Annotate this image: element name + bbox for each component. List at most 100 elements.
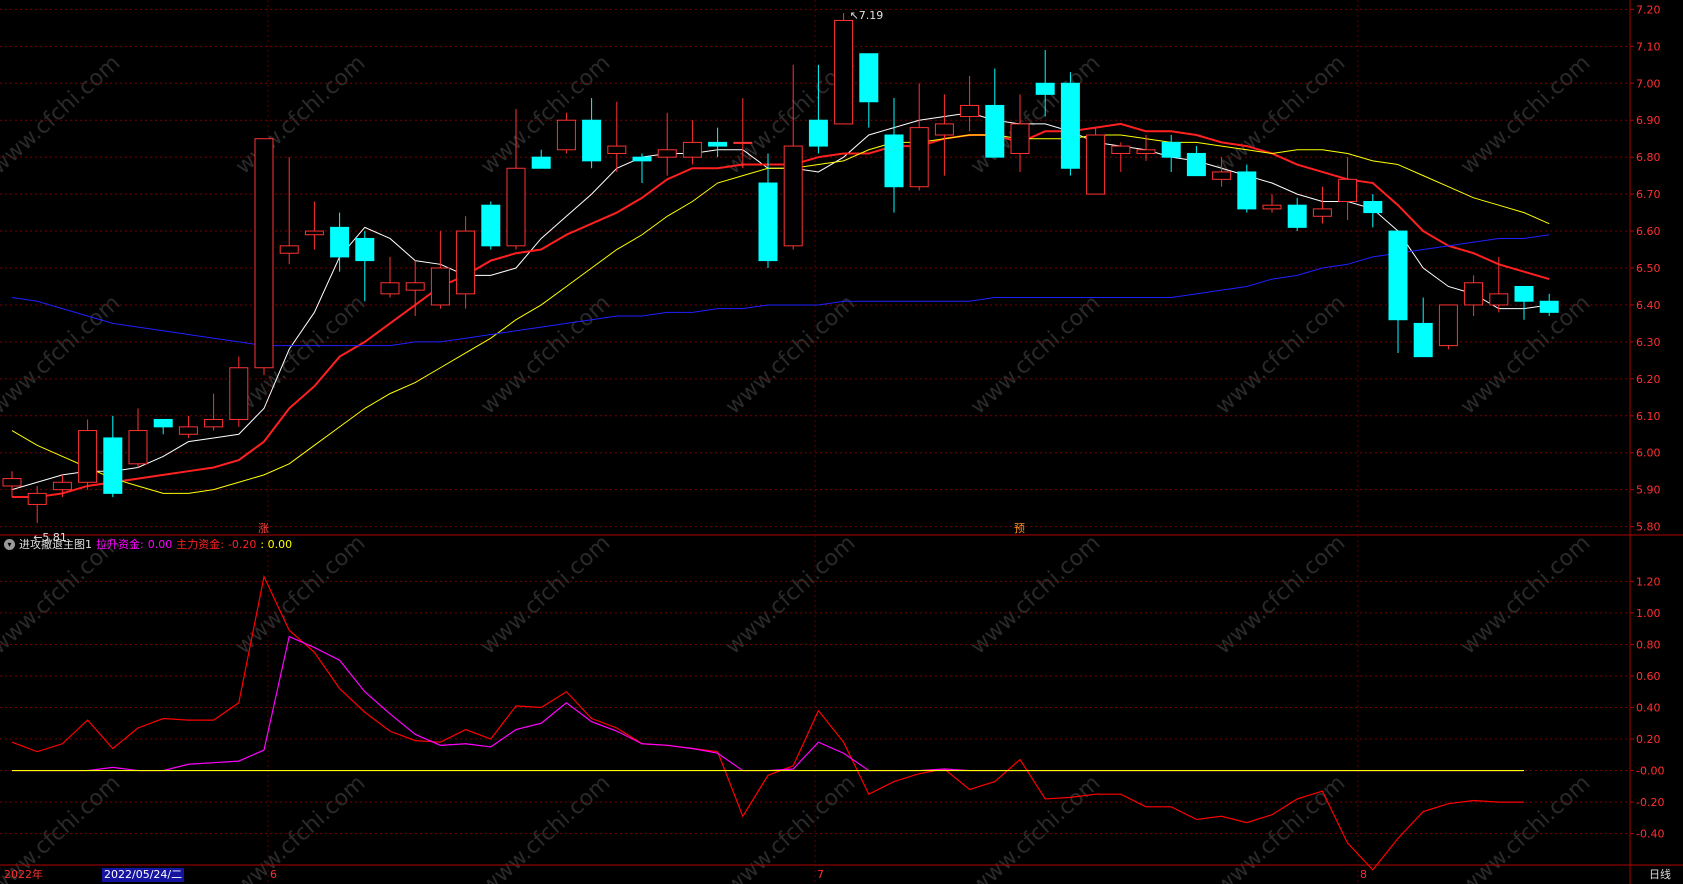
candle [355, 231, 375, 302]
indicator-tick-label: 1.00 [1636, 607, 1661, 620]
candle-body [178, 426, 198, 435]
collapse-icon[interactable]: ▾ [4, 538, 15, 550]
price-tick-label: 7.10 [1636, 40, 1661, 53]
candle-body [1464, 282, 1484, 306]
price-tick-label: 6.60 [1636, 225, 1661, 238]
candle-body [430, 267, 450, 306]
price-tick-label: 7.20 [1636, 3, 1661, 16]
candle [859, 53, 879, 128]
indicator-title-bar: ▾ 进攻撤退主图1 拉升资金: 0.00 主力资金: -0.20 : 0.00 [4, 536, 292, 552]
candle-body [481, 204, 501, 247]
candle-body [733, 141, 753, 144]
watermark-text: www.cfchi.com [721, 291, 860, 420]
candle [682, 120, 702, 165]
candle-body [229, 367, 249, 420]
candle [1237, 164, 1257, 213]
indicator-tick-label: -0.20 [1636, 796, 1664, 809]
candle-body [758, 182, 778, 262]
price-tick-label: 6.80 [1636, 151, 1661, 164]
month-6-label: 6 [270, 868, 277, 881]
candle-body [960, 104, 980, 118]
candle [531, 149, 551, 169]
watermark-text: www.cfchi.com [476, 531, 615, 660]
candle [1464, 275, 1484, 317]
candle [1438, 304, 1458, 350]
candle-body [808, 119, 828, 147]
lift-value: 0.00 [147, 537, 173, 551]
candle-body [985, 104, 1005, 158]
candle [1338, 157, 1358, 220]
candle-body [1489, 293, 1509, 306]
watermark-text: www.cfchi.com [0, 291, 125, 420]
price-tick-label: 6.10 [1636, 410, 1661, 423]
watermark-text: www.cfchi.com [966, 291, 1105, 420]
price-tick-label: 6.50 [1636, 262, 1661, 275]
candle [607, 101, 627, 172]
candle-body [1161, 141, 1181, 158]
candle-body [1438, 304, 1458, 347]
candle-body [1060, 82, 1080, 169]
candle-body [128, 430, 148, 465]
candle [330, 212, 350, 272]
candle [909, 83, 929, 191]
candle-body [556, 119, 576, 151]
candle [430, 231, 450, 309]
price-tick-label: 6.70 [1636, 188, 1661, 201]
lift-fund-line [12, 635, 1524, 772]
candle-body [330, 226, 350, 258]
candle-body [1388, 230, 1408, 321]
candle-body [708, 141, 728, 147]
candle [985, 68, 1005, 158]
candle [1186, 146, 1206, 177]
candle-body [607, 145, 627, 154]
candle [1312, 186, 1332, 224]
indicator-name[interactable]: 进攻撤退主图1 [19, 536, 92, 552]
candle-body [456, 230, 476, 295]
candle-body [632, 156, 652, 162]
indicator-tick-label: 0.80 [1636, 638, 1661, 651]
watermark-text: www.cfchi.com [0, 51, 125, 180]
candle [1413, 297, 1433, 358]
month-8-label: 8 [1360, 868, 1367, 881]
year-label: 2022年 [4, 868, 43, 881]
candle [128, 408, 148, 468]
candle [2, 471, 22, 498]
candle [103, 415, 123, 498]
stock-chart-canvas[interactable]: www.cfchi.com www.cfchi.com www.cfchi.com w… [0, 0, 1683, 884]
date-bar: 2022年 2022/05/24/二 6 7 8 [0, 866, 1683, 884]
candle-body [279, 245, 299, 254]
indicator-tick-label: 0.20 [1636, 733, 1661, 746]
watermark-text: www.cfchi.com [231, 51, 370, 180]
period-button[interactable]: 日线 [1649, 866, 1671, 884]
high-price-marker: ↖7.19 [850, 9, 884, 22]
indicator-tick-label: 0.60 [1636, 670, 1661, 683]
candle-body [204, 418, 224, 428]
main-grid [0, 0, 1683, 884]
main-label: 主力资金: [176, 538, 224, 551]
candle-body [1035, 82, 1055, 95]
watermark-text: www.cfchi.com [231, 291, 370, 420]
price-axis: 7.20 7.10 7.00 6.90 6.80 6.70 6.60 6.50 6.40 6.30… [1630, 3, 1664, 841]
candle-body [1136, 149, 1156, 154]
watermark-text: www.cfchi.com [1456, 291, 1595, 420]
candle [380, 256, 400, 298]
price-tick-label: 6.90 [1636, 114, 1661, 127]
candle-body [2, 478, 22, 487]
candle [1539, 293, 1559, 317]
third-value: : 0.00 [260, 537, 293, 551]
watermark-text: www.cfchi.com [966, 531, 1105, 660]
price-tick-label: 5.80 [1636, 521, 1661, 534]
candle-body [1010, 123, 1030, 154]
candle-body [1539, 300, 1559, 313]
watermark-text: www.cfchi.com [1456, 51, 1595, 180]
candle [582, 98, 602, 169]
candle-body [254, 138, 274, 369]
candle-body [103, 437, 123, 494]
candle-body [1186, 152, 1206, 177]
candle [758, 153, 778, 268]
candle [1111, 142, 1131, 172]
candle [481, 201, 501, 250]
candle [153, 418, 173, 435]
candle-body [1212, 171, 1232, 180]
candle-body [1363, 201, 1383, 214]
